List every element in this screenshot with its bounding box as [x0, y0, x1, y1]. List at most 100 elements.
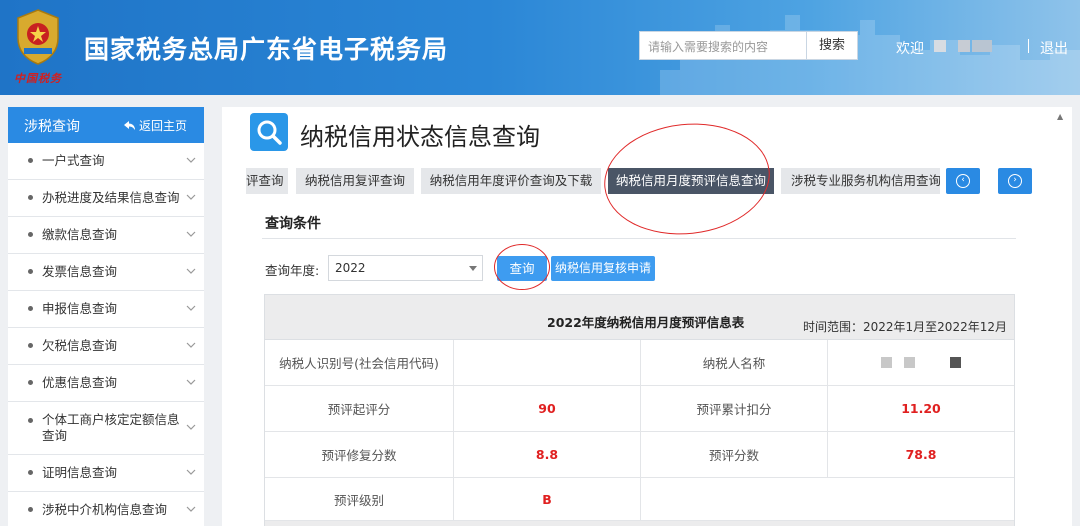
value-repair-score: 8.8 — [454, 432, 641, 478]
masked-username — [972, 40, 992, 52]
label-pre-score: 预评分数 — [641, 432, 828, 478]
tax-emblem-logo: 中国税务 — [6, 8, 70, 88]
section-title: 查询条件 — [265, 216, 321, 232]
sidebar-item-quota-query[interactable]: 个体工商户核定定额信息查询 — [8, 402, 204, 455]
sidebar-item-preferential-query[interactable]: 优惠信息查询 — [8, 365, 204, 402]
chevron-left-icon: ‹ — [956, 174, 970, 188]
tab-annual-evaluation[interactable]: 纳税信用年度评价查询及下载 — [421, 168, 601, 194]
caret-down-icon — [469, 266, 477, 271]
tab-agency-credit[interactable]: 涉税专业服务机构信用查询 — [781, 168, 940, 194]
chevron-down-icon — [186, 342, 196, 348]
search-input[interactable]: 请输入需要搜索的内容 — [639, 31, 807, 60]
back-arrow-icon — [124, 121, 135, 130]
sidebar-item-agency-query[interactable]: 涉税中介机构信息查询 — [8, 492, 204, 526]
sidebar-item-payment-query[interactable]: 缴款信息查询 — [8, 217, 204, 254]
query-button[interactable]: 查询 — [497, 256, 547, 281]
table-caption: 2022年度纳税信用月度预评信息表 — [547, 315, 745, 330]
masked-block — [927, 357, 938, 368]
value-start-score: 90 — [454, 386, 641, 432]
bullet-icon — [28, 158, 33, 163]
chevron-right-icon: › — [1008, 174, 1022, 188]
sidebar-item-progress-query[interactable]: 办税进度及结果信息查询 — [8, 180, 204, 217]
masked-block — [881, 357, 892, 368]
search-icon — [250, 113, 288, 151]
sidebar-item-label: 发票信息查询 — [42, 264, 118, 279]
chevron-down-icon — [186, 194, 196, 200]
sidebar-title: 涉税查询 — [24, 119, 80, 135]
masked-username — [934, 40, 946, 52]
label-start-score: 预评起评分 — [265, 386, 454, 432]
value-taxpayer-id — [454, 340, 641, 386]
empty-cell — [641, 478, 1014, 521]
masked-block — [904, 357, 915, 368]
bullet-icon — [28, 418, 33, 423]
bullet-icon — [28, 507, 33, 512]
tab-bar: 评查询 纳税信用复评查询 纳税信用年度评价查询及下载 纳税信用月度预评信息查询 … — [246, 168, 940, 194]
sidebar-item-label: 涉税中介机构信息查询 — [42, 502, 168, 517]
year-label: 查询年度: — [265, 263, 320, 278]
chevron-down-icon — [186, 469, 196, 475]
sidebar-item-label: 个体工商户核定定额信息查询 — [42, 412, 180, 443]
scroll-up-arrow-icon[interactable]: ▲ — [1057, 112, 1063, 121]
tab-credit-reevaluation[interactable]: 纳税信用复评查询 — [296, 168, 414, 194]
pre-evaluation-table: 2022年度纳税信用月度预评信息表 时间范围：2022年1月至2022年12月 … — [264, 294, 1015, 526]
separator — [1028, 39, 1029, 53]
sidebar-item-label: 一户式查询 — [42, 153, 105, 168]
sidebar-item-label: 优惠信息查询 — [42, 375, 118, 390]
chevron-down-icon — [186, 305, 196, 311]
value-cumulative-deduction: 11.20 — [828, 386, 1014, 432]
site-title: 国家税务总局广东省电子税务局 — [84, 35, 449, 64]
welcome-text: 欢迎 — [896, 41, 924, 57]
chevron-down-icon — [186, 379, 196, 385]
sidebar-item-household-query[interactable]: 一户式查询 — [8, 143, 204, 180]
sidebar-item-label: 办税进度及结果信息查询 — [42, 190, 180, 205]
label-cumulative-deduction: 预评累计扣分 — [641, 386, 828, 432]
year-select[interactable]: 2022 — [328, 255, 483, 281]
chevron-down-icon — [186, 424, 196, 430]
bullet-icon — [28, 195, 33, 200]
chevron-down-icon — [186, 268, 196, 274]
table-footer — [265, 521, 1014, 526]
bullet-icon — [28, 343, 33, 348]
label-pre-level: 预评级别 — [265, 478, 454, 521]
label-taxpayer-name: 纳税人名称 — [641, 340, 828, 386]
brand-text: 中国税务 — [14, 72, 62, 85]
tab-partial-query[interactable]: 评查询 — [246, 168, 288, 194]
chevron-down-icon — [186, 506, 196, 512]
tab-next-button[interactable]: › — [998, 168, 1032, 194]
year-select-value: 2022 — [335, 261, 366, 275]
value-pre-level: B — [454, 478, 641, 521]
sidebar-item-label: 欠税信息查询 — [42, 338, 118, 353]
sidebar-item-label: 证明信息查询 — [42, 465, 118, 480]
sidebar-item-invoice-query[interactable]: 发票信息查询 — [8, 254, 204, 291]
masked-block — [950, 357, 961, 368]
label-taxpayer-id: 纳税人识别号(社会信用代码) — [265, 340, 454, 386]
label-repair-score: 预评修复分数 — [265, 432, 454, 478]
bullet-icon — [28, 470, 33, 475]
time-range: 时间范围：2022年1月至2022年12月 — [803, 320, 1007, 334]
tab-prev-button[interactable]: ‹ — [946, 168, 980, 194]
bullet-icon — [28, 232, 33, 237]
sidebar-item-label: 缴款信息查询 — [42, 227, 118, 242]
sidebar-item-declaration-query[interactable]: 申报信息查询 — [8, 291, 204, 328]
sidebar-header: 涉税查询 返回主页 — [8, 107, 204, 143]
table-caption-row: 2022年度纳税信用月度预评信息表 时间范围：2022年1月至2022年12月 — [265, 295, 1014, 340]
logout-link[interactable]: 退出 — [1040, 38, 1068, 58]
credit-review-apply-button[interactable]: 纳税信用复核申请 — [551, 256, 655, 281]
chevron-down-icon — [186, 157, 196, 163]
bullet-icon — [28, 269, 33, 274]
value-pre-score: 78.8 — [828, 432, 1014, 478]
page-title: 纳税信用状态信息查询 — [300, 123, 540, 151]
masked-username — [958, 40, 970, 52]
sidebar-item-label: 申报信息查询 — [42, 301, 118, 316]
search-button[interactable]: 搜索 — [807, 31, 858, 60]
sidebar: 涉税查询 返回主页 一户式查询 办税进度及结果信息查询 缴款信息查询 发票信息查… — [8, 107, 204, 526]
sidebar-item-arrears-query[interactable]: 欠税信息查询 — [8, 328, 204, 365]
divider — [262, 238, 1016, 239]
back-home-link[interactable]: 返回主页 — [124, 117, 187, 134]
chevron-down-icon — [186, 231, 196, 237]
sidebar-item-certificate-query[interactable]: 证明信息查询 — [8, 455, 204, 492]
value-taxpayer-name-masked — [828, 340, 1014, 386]
tab-monthly-pre-evaluation[interactable]: 纳税信用月度预评信息查询 — [608, 168, 774, 194]
bullet-icon — [28, 380, 33, 385]
